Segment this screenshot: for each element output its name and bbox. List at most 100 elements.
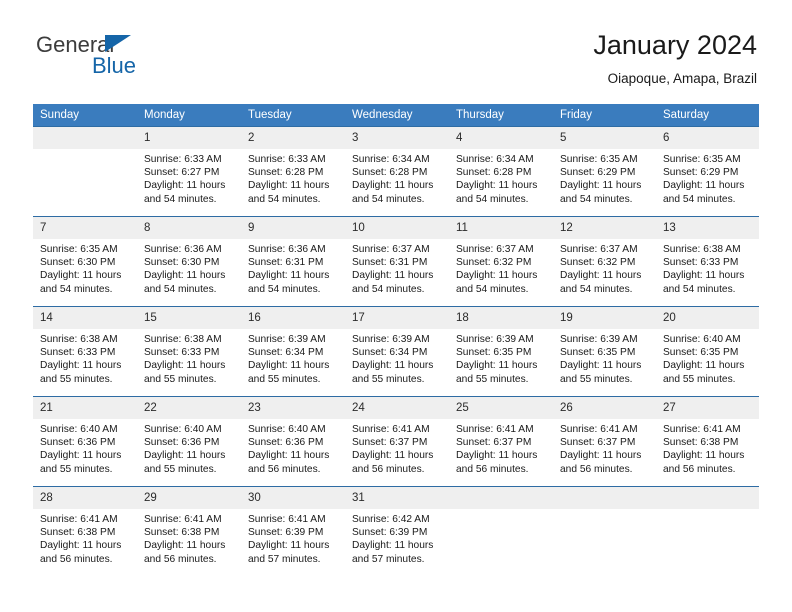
calendar-day-cell[interactable]: 10 Sunrise: 6:37 AM Sunset: 6:31 PM Dayligh…	[345, 216, 449, 307]
sunset-text: Sunset: 6:36 PM	[248, 437, 324, 449]
calendar-cell-inner: 9 Sunrise: 6:36 AM Sunset: 6:31 PM Daylight…	[241, 217, 345, 306]
calendar-day-details: Sunrise: 6:34 AM Sunset: 6:28 PM Daylight:…	[449, 149, 553, 206]
calendar-day-cell[interactable]: 31 Sunrise: 6:42 AM Sunset: 6:39 PM Dayligh…	[345, 486, 449, 576]
calendar-day-cell[interactable]: 9 Sunrise: 6:36 AM Sunset: 6:31 PM Daylight…	[241, 216, 345, 307]
calendar-cell-inner: 31 Sunrise: 6:42 AM Sunset: 6:39 PM Dayligh…	[345, 487, 449, 576]
calendar-day-details: Sunrise: 6:41 AM Sunset: 6:39 PM Daylight:…	[241, 509, 345, 566]
brand-logo[interactable]: General Blue	[33, 32, 233, 88]
calendar-day-cell[interactable]: 20 Sunrise: 6:40 AM Sunset: 6:35 PM Dayligh…	[656, 306, 759, 397]
calendar-day-number: 23	[241, 397, 345, 419]
calendar-day-number: 2	[241, 127, 345, 149]
sunrise-text: Sunrise: 6:40 AM	[40, 424, 118, 435]
calendar-day-details: Sunrise: 6:35 AM Sunset: 6:30 PM Daylight:…	[33, 239, 137, 296]
sunset-text: Sunset: 6:29 PM	[560, 167, 636, 179]
calendar-day-number: 19	[553, 307, 656, 329]
calendar-day-number: 22	[137, 397, 241, 419]
calendar-day-cell[interactable]: 13 Sunrise: 6:38 AM Sunset: 6:33 PM Dayligh…	[656, 216, 759, 307]
calendar-cell-inner	[656, 487, 759, 576]
daylight-text: Daylight: 11 hours and 54 minutes.	[40, 270, 122, 295]
calendar-day-cell[interactable]: 11 Sunrise: 6:37 AM Sunset: 6:32 PM Dayligh…	[449, 216, 553, 307]
calendar-table: Sunday Monday Tuesday Wednesday Thursday…	[33, 104, 759, 576]
sunrise-text: Sunrise: 6:42 AM	[352, 514, 430, 525]
sunset-text: Sunset: 6:29 PM	[663, 167, 739, 179]
calendar-cell-inner: 14 Sunrise: 6:38 AM Sunset: 6:33 PM Dayligh…	[33, 307, 137, 396]
calendar-day-cell[interactable]: 23 Sunrise: 6:40 AM Sunset: 6:36 PM Dayligh…	[241, 396, 345, 487]
calendar-day-number	[553, 487, 656, 509]
calendar-day-cell[interactable]: 28 Sunrise: 6:41 AM Sunset: 6:38 PM Dayligh…	[33, 486, 137, 576]
calendar-cell-inner: 10 Sunrise: 6:37 AM Sunset: 6:31 PM Dayligh…	[345, 217, 449, 306]
calendar-day-cell[interactable]: 26 Sunrise: 6:41 AM Sunset: 6:37 PM Dayligh…	[553, 396, 656, 487]
calendar-cell-inner: 22 Sunrise: 6:40 AM Sunset: 6:36 PM Dayligh…	[137, 397, 241, 486]
calendar-day-cell[interactable]: 16 Sunrise: 6:39 AM Sunset: 6:34 PM Dayligh…	[241, 306, 345, 397]
calendar-day-number: 30	[241, 487, 345, 509]
sunset-text: Sunset: 6:31 PM	[248, 257, 324, 269]
calendar-day-details: Sunrise: 6:35 AM Sunset: 6:29 PM Daylight:…	[553, 149, 656, 206]
calendar-cell-inner: 23 Sunrise: 6:40 AM Sunset: 6:36 PM Dayligh…	[241, 397, 345, 486]
calendar-day-cell[interactable]: 25 Sunrise: 6:41 AM Sunset: 6:37 PM Dayligh…	[449, 396, 553, 487]
daylight-text: Daylight: 11 hours and 54 minutes.	[248, 180, 330, 205]
weekday-header-row: Sunday Monday Tuesday Wednesday Thursday…	[33, 104, 759, 127]
daylight-text: Daylight: 11 hours and 55 minutes.	[40, 360, 122, 385]
calendar-day-cell[interactable]: 14 Sunrise: 6:38 AM Sunset: 6:33 PM Dayligh…	[33, 306, 137, 397]
calendar-day-cell[interactable]: 8 Sunrise: 6:36 AM Sunset: 6:30 PM Daylight…	[137, 216, 241, 307]
sunrise-text: Sunrise: 6:41 AM	[144, 514, 222, 525]
calendar-day-cell[interactable]: 1 Sunrise: 6:33 AM Sunset: 6:27 PM Daylight…	[137, 126, 241, 217]
calendar-day-cell[interactable]: 22 Sunrise: 6:40 AM Sunset: 6:36 PM Dayligh…	[137, 396, 241, 487]
sunset-text: Sunset: 6:37 PM	[456, 437, 532, 449]
calendar-day-details: Sunrise: 6:37 AM Sunset: 6:32 PM Daylight:…	[553, 239, 656, 296]
sunrise-text: Sunrise: 6:39 AM	[352, 334, 430, 345]
calendar-day-number: 25	[449, 397, 553, 419]
sunset-text: Sunset: 6:37 PM	[352, 437, 428, 449]
daylight-text: Daylight: 11 hours and 55 minutes.	[40, 450, 122, 475]
calendar-week-row: 21 Sunrise: 6:40 AM Sunset: 6:36 PM Dayligh…	[33, 396, 759, 487]
daylight-text: Daylight: 11 hours and 55 minutes.	[663, 360, 745, 385]
calendar-day-cell[interactable]: 29 Sunrise: 6:41 AM Sunset: 6:38 PM Dayligh…	[137, 486, 241, 576]
sunset-text: Sunset: 6:38 PM	[663, 437, 739, 449]
calendar-day-details: Sunrise: 6:37 AM Sunset: 6:32 PM Daylight:…	[449, 239, 553, 296]
sunrise-text: Sunrise: 6:37 AM	[352, 244, 430, 255]
sunset-text: Sunset: 6:38 PM	[40, 527, 116, 539]
calendar-cell-inner: 2 Sunrise: 6:33 AM Sunset: 6:28 PM Daylight…	[241, 127, 345, 216]
calendar-grid: Sunday Monday Tuesday Wednesday Thursday…	[33, 104, 759, 576]
calendar-day-cell[interactable]: 30 Sunrise: 6:41 AM Sunset: 6:39 PM Dayligh…	[241, 486, 345, 576]
sunset-text: Sunset: 6:27 PM	[144, 167, 220, 179]
calendar-day-cell[interactable]: 6 Sunrise: 6:35 AM Sunset: 6:29 PM Daylight…	[656, 126, 759, 217]
calendar-day-cell[interactable]: 3 Sunrise: 6:34 AM Sunset: 6:28 PM Daylight…	[345, 126, 449, 217]
calendar-day-cell[interactable]: 7 Sunrise: 6:35 AM Sunset: 6:30 PM Daylight…	[33, 216, 137, 307]
calendar-day-details: Sunrise: 6:41 AM Sunset: 6:38 PM Daylight:…	[33, 509, 137, 566]
calendar-day-cell[interactable]: 27 Sunrise: 6:41 AM Sunset: 6:38 PM Dayligh…	[656, 396, 759, 487]
calendar-day-cell[interactable]: 18 Sunrise: 6:39 AM Sunset: 6:35 PM Dayligh…	[449, 306, 553, 397]
calendar-cell-inner: 25 Sunrise: 6:41 AM Sunset: 6:37 PM Dayligh…	[449, 397, 553, 486]
calendar-day-cell[interactable]: 12 Sunrise: 6:37 AM Sunset: 6:32 PM Dayligh…	[553, 216, 656, 307]
weekday-header-monday: Monday	[137, 104, 241, 127]
calendar-cell-inner: 28 Sunrise: 6:41 AM Sunset: 6:38 PM Dayligh…	[33, 487, 137, 576]
calendar-day-details: Sunrise: 6:40 AM Sunset: 6:36 PM Daylight:…	[137, 419, 241, 476]
calendar-day-cell[interactable]: 2 Sunrise: 6:33 AM Sunset: 6:28 PM Daylight…	[241, 126, 345, 217]
triangle-icon	[105, 35, 131, 52]
calendar-day-details: Sunrise: 6:39 AM Sunset: 6:35 PM Daylight:…	[553, 329, 656, 386]
calendar-day-details: Sunrise: 6:42 AM Sunset: 6:39 PM Daylight:…	[345, 509, 449, 566]
sunset-text: Sunset: 6:33 PM	[144, 347, 220, 359]
calendar-day-cell[interactable]: 19 Sunrise: 6:39 AM Sunset: 6:35 PM Dayligh…	[553, 306, 656, 397]
calendar-day-cell[interactable]: 4 Sunrise: 6:34 AM Sunset: 6:28 PM Daylight…	[449, 126, 553, 217]
sunrise-text: Sunrise: 6:41 AM	[663, 424, 741, 435]
sunrise-text: Sunrise: 6:36 AM	[248, 244, 326, 255]
calendar-day-details: Sunrise: 6:33 AM Sunset: 6:27 PM Daylight:…	[137, 149, 241, 206]
calendar-cell-inner: 1 Sunrise: 6:33 AM Sunset: 6:27 PM Daylight…	[137, 127, 241, 216]
calendar-day-cell[interactable]: 15 Sunrise: 6:38 AM Sunset: 6:33 PM Dayligh…	[137, 306, 241, 397]
calendar-cell-inner: 21 Sunrise: 6:40 AM Sunset: 6:36 PM Dayligh…	[33, 397, 137, 486]
calendar-cell-inner: 11 Sunrise: 6:37 AM Sunset: 6:32 PM Dayligh…	[449, 217, 553, 306]
calendar-day-cell[interactable]: 5 Sunrise: 6:35 AM Sunset: 6:29 PM Daylight…	[553, 126, 656, 217]
brand-name-blue: Blue	[92, 53, 137, 78]
calendar-cell-inner: 19 Sunrise: 6:39 AM Sunset: 6:35 PM Dayligh…	[553, 307, 656, 396]
calendar-day-details: Sunrise: 6:35 AM Sunset: 6:29 PM Daylight:…	[656, 149, 759, 206]
calendar-day-cell[interactable]: 21 Sunrise: 6:40 AM Sunset: 6:36 PM Dayligh…	[33, 396, 137, 487]
calendar-day-number: 12	[553, 217, 656, 239]
calendar-cell-inner: 29 Sunrise: 6:41 AM Sunset: 6:38 PM Dayligh…	[137, 487, 241, 576]
calendar-day-cell[interactable]: 17 Sunrise: 6:39 AM Sunset: 6:34 PM Dayligh…	[345, 306, 449, 397]
weekday-header-sunday: Sunday	[33, 104, 137, 127]
calendar-week-row: 28 Sunrise: 6:41 AM Sunset: 6:38 PM Dayligh…	[33, 486, 759, 576]
sunset-text: Sunset: 6:33 PM	[663, 257, 739, 269]
calendar-day-cell[interactable]: 24 Sunrise: 6:41 AM Sunset: 6:37 PM Dayligh…	[345, 396, 449, 487]
calendar-day-number	[449, 487, 553, 509]
